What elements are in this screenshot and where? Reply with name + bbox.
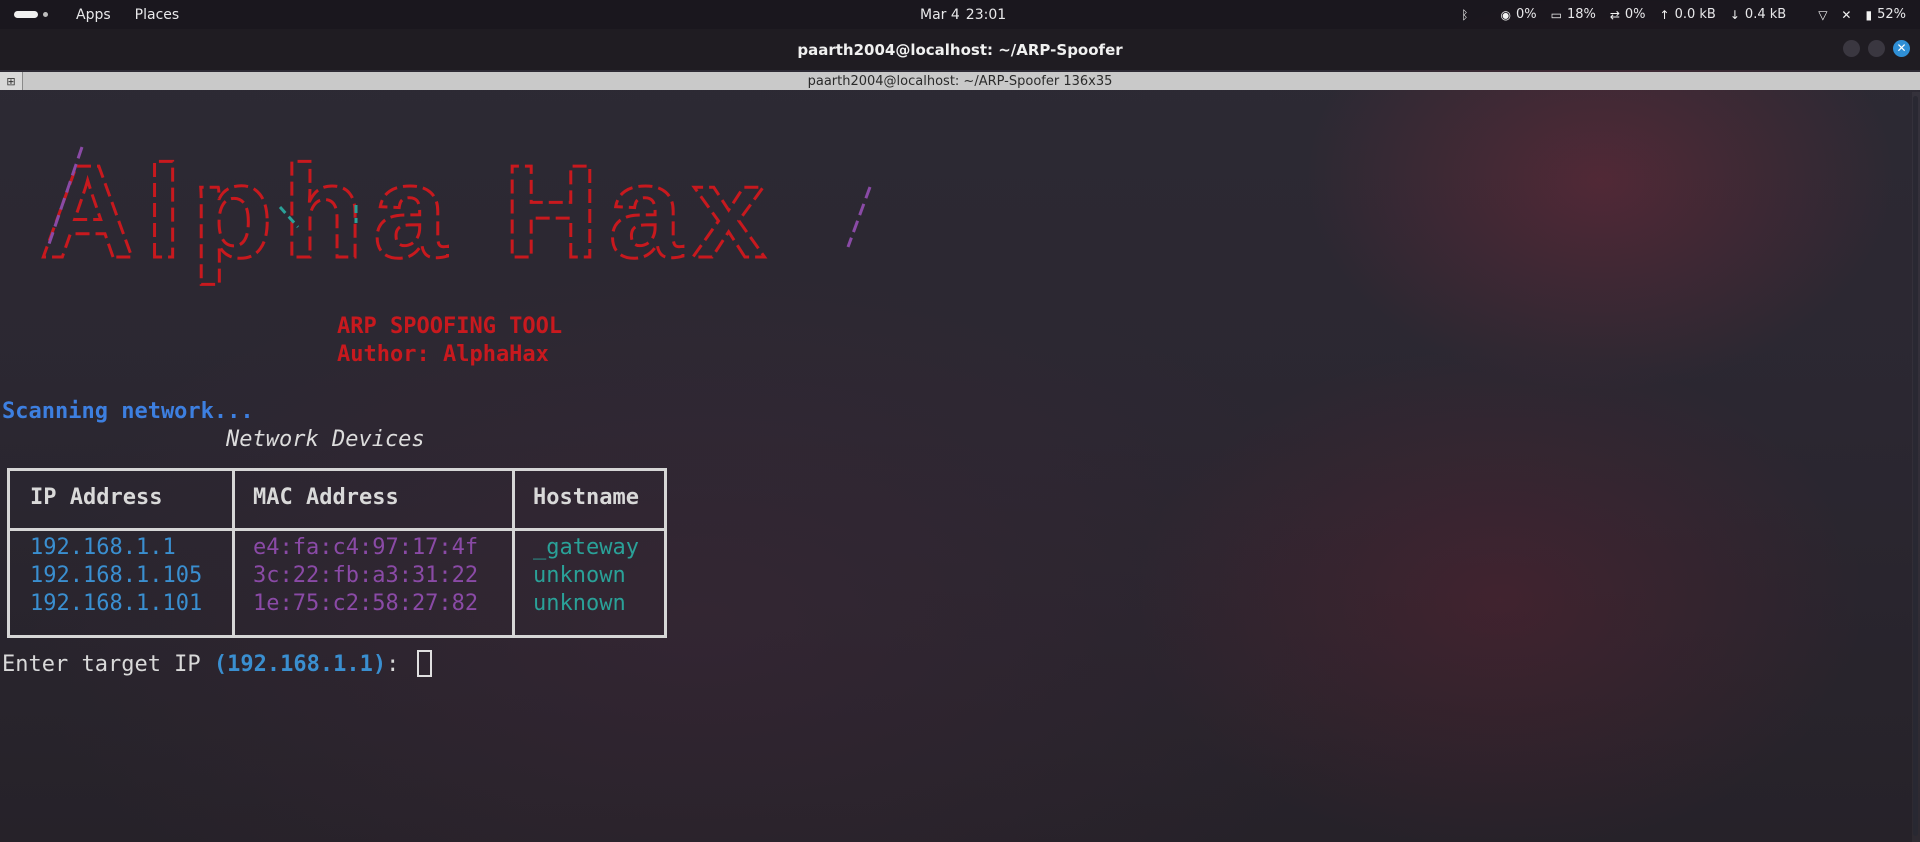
battery-value: 52% [1877, 7, 1906, 22]
activities-icon[interactable] [14, 11, 48, 18]
header-divider [10, 528, 664, 531]
table-title: Network Devices [226, 427, 425, 452]
cpu-indicator[interactable]: ◉ 0% [1500, 7, 1536, 22]
text-cursor[interactable] [416, 650, 432, 677]
prompt-open-paren: ( [213, 652, 228, 677]
ascii-art-banner: Alpha Hax [40, 127, 940, 297]
terminal-scrollbar[interactable] [1912, 92, 1920, 842]
header-hostname: Hostname [533, 485, 639, 510]
memory-value: 18% [1566, 7, 1596, 22]
wifi-icon[interactable]: ▽ [1818, 8, 1827, 22]
scrollbar-thumb[interactable] [1913, 96, 1918, 836]
clock[interactable]: Mar 4 23:01 [920, 0, 1006, 29]
row-2-ip: 192.168.1.105 [30, 563, 203, 588]
window-title: paarth2004@localhost: ~/ARP-Spoofer [797, 40, 1123, 59]
close-icon[interactable]: ✕ [1893, 40, 1910, 57]
workspace-dot [43, 12, 48, 17]
terminal-output[interactable]: Alpha Hax ARP SPOOFING TOOL Author: Alph… [0, 92, 1912, 842]
workspace-indicator [14, 11, 38, 18]
target-ip-prompt: Enter target IP (192.168.1.1): [2, 650, 432, 677]
places-menu[interactable]: Places [135, 7, 180, 23]
terminal-tab-bar: ⊞ paarth2004@localhost: ~/ARP-Spoofer 13… [0, 72, 1920, 90]
prompt-colon: : [386, 652, 413, 677]
time-label: 23:01 [965, 6, 1007, 23]
row-1-host: _gateway [533, 535, 639, 560]
row-3-mac: 1e:75:c2:58:27:82 [253, 591, 479, 616]
terminal-tab-title[interactable]: paarth2004@localhost: ~/ARP-Spoofer 136x… [808, 74, 1113, 89]
date-label: Mar 4 [920, 6, 960, 23]
prompt-close-paren: ) [372, 652, 387, 677]
row-2-host: unknown [533, 563, 626, 588]
window-titlebar[interactable]: paarth2004@localhost: ~/ARP-Spoofer ✕ [0, 29, 1920, 70]
maximize-button[interactable] [1868, 40, 1885, 57]
memory-indicator[interactable]: ▭ 18% [1551, 7, 1596, 22]
swap-indicator[interactable]: ⇄ 0% [1610, 7, 1646, 22]
banner-outline-text: Alpha Hax [40, 138, 776, 285]
row-3-ip: 192.168.1.101 [30, 591, 203, 616]
battery-indicator[interactable]: ▮ 52% [1865, 7, 1906, 22]
apps-menu[interactable]: Apps [76, 7, 111, 23]
row-3-host: unknown [533, 591, 626, 616]
author-line: Author: AlphaHax [337, 342, 549, 367]
prompt-text: Enter target IP [2, 652, 214, 677]
minimize-button[interactable] [1843, 40, 1860, 57]
header-mac: MAC Address [253, 485, 399, 510]
mute-icon[interactable]: ✕ [1841, 8, 1851, 22]
cpu-value: 0% [1515, 7, 1537, 22]
column-divider [232, 471, 235, 635]
prompt-default-ip: 192.168.1.1 [227, 652, 373, 677]
swap-value: 0% [1624, 7, 1646, 22]
upload-icon: ↑ [1659, 7, 1670, 22]
column-divider [512, 471, 515, 635]
download-indicator[interactable]: ↓ 0.4 kB [1730, 7, 1786, 22]
battery-icon: ▮ [1865, 7, 1873, 22]
row-1-ip: 192.168.1.1 [30, 535, 176, 560]
alpha-hax-logo: Alpha Hax [40, 137, 872, 287]
row-1-mac: e4:fa:c4:97:17:4f [253, 535, 479, 560]
download-icon: ↓ [1729, 7, 1740, 22]
scanning-status: Scanning network... [2, 399, 254, 424]
top-panel: Apps Places Mar 4 23:01 ᛒ ◉ 0% ▭ 18% ⇄ 0… [0, 0, 1920, 29]
upload-value: 0.0 kB [1674, 7, 1716, 22]
banner-accent-right [846, 186, 872, 248]
download-value: 0.4 kB [1744, 7, 1787, 22]
tab-layout-icon[interactable]: ⊞ [0, 72, 23, 90]
tool-name: ARP SPOOFING TOOL [337, 314, 563, 339]
network-devices-table: IP Address MAC Address Hostname 192.168.… [7, 468, 667, 638]
row-2-mac: 3c:22:fb:a3:31:22 [253, 563, 479, 588]
header-ip: IP Address [30, 485, 163, 510]
upload-indicator[interactable]: ↑ 0.0 kB [1660, 7, 1716, 22]
cpu-icon: ◉ [1500, 7, 1511, 22]
memory-icon: ▭ [1550, 7, 1562, 22]
bluetooth-icon[interactable]: ᛒ [1461, 8, 1468, 22]
system-tray: ᛒ ◉ 0% ▭ 18% ⇄ 0% ↑ 0.0 kB ↓ 0.4 kB ▽ ✕ … [1461, 0, 1906, 29]
swap-icon: ⇄ [1609, 7, 1620, 22]
